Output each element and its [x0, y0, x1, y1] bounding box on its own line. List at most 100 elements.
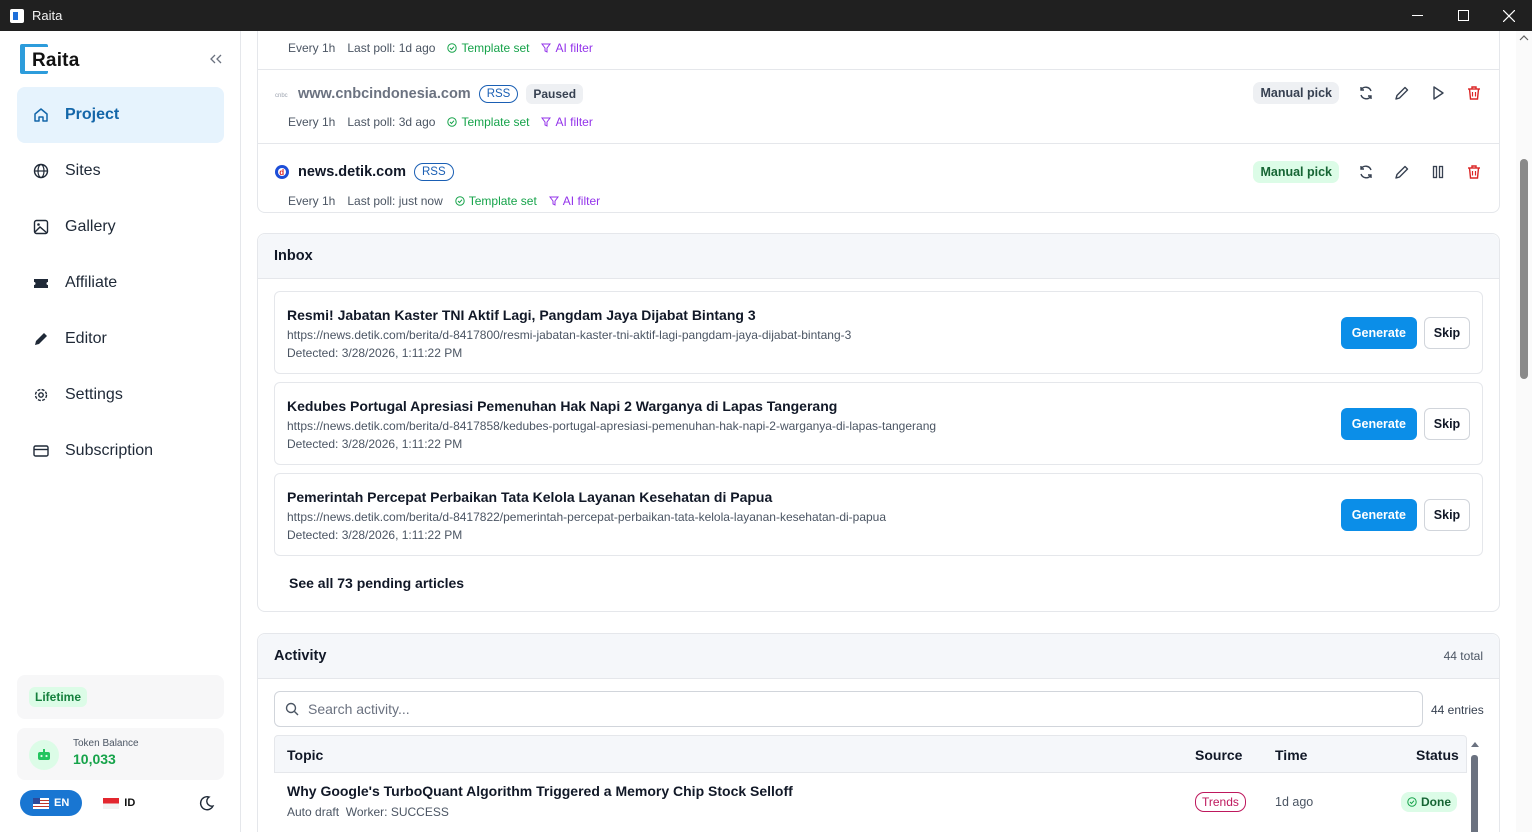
- refresh-icon[interactable]: [1357, 163, 1375, 181]
- site-last-poll: Last poll: 3d ago: [347, 115, 436, 129]
- article-detected: Detected: 3/28/2026, 1:11:22 PM: [287, 528, 463, 542]
- sidebar-item-label: Gallery: [65, 218, 116, 235]
- table-row[interactable]: Why Google's TurboQuant Algorithm Trigge…: [274, 773, 1467, 832]
- article-url[interactable]: https://news.detik.com/berita/d-8417822/…: [287, 510, 886, 524]
- maximize-button[interactable]: [1440, 0, 1486, 31]
- site-name[interactable]: news.detik.com: [298, 164, 406, 180]
- article-detected: Detected: 3/28/2026, 1:11:22 PM: [287, 346, 463, 360]
- svg-text:d: d: [279, 168, 284, 177]
- column-topic[interactable]: Topic: [287, 747, 323, 763]
- site-filter-label: AI filter: [562, 194, 601, 208]
- indonesia-flag-icon: [103, 797, 120, 809]
- column-source[interactable]: Source: [1195, 747, 1242, 763]
- window-titlebar: Raita: [0, 0, 1532, 31]
- sidebar-item-label: Sites: [65, 162, 101, 179]
- skip-button[interactable]: Skip: [1424, 499, 1470, 531]
- close-window-button[interactable]: [1486, 0, 1532, 31]
- activity-scrollbar[interactable]: [1469, 737, 1481, 832]
- activity-scrollbar-thumb[interactable]: [1471, 755, 1478, 832]
- language-id-button[interactable]: ID: [90, 790, 148, 816]
- skip-button[interactable]: Skip: [1424, 408, 1470, 440]
- activity-entries-count: 44 entries: [1431, 703, 1484, 717]
- check-circle-icon: [447, 117, 458, 127]
- sidebar-item-label: Project: [65, 106, 120, 123]
- minimize-button[interactable]: [1394, 0, 1440, 31]
- rss-badge: RSS: [478, 85, 519, 103]
- language-en-button[interactable]: EN: [20, 790, 83, 816]
- activity-card: Activity 44 total 44 entries Topic Sourc…: [257, 633, 1500, 832]
- sidebar-item-settings[interactable]: Settings: [17, 367, 224, 423]
- filter-icon: [548, 196, 559, 206]
- play-icon[interactable]: [1429, 84, 1447, 102]
- inbox-header: Inbox: [258, 234, 1499, 279]
- site-template-status: Template set: [447, 41, 529, 55]
- activity-title: Activity: [274, 648, 327, 664]
- token-balance-card: Token Balance 10,033: [17, 728, 224, 780]
- sites-card: Every 1h Last poll: 1d ago Template set …: [257, 31, 1500, 213]
- article-url[interactable]: https://news.detik.com/berita/d-8417858/…: [287, 419, 936, 433]
- site-interval: Every 1h: [288, 41, 336, 55]
- sidebar-item-affiliate[interactable]: Affiliate: [17, 255, 224, 311]
- inbox-item: Pemerintah Percepat Perbaikan Tata Kelol…: [274, 473, 1483, 556]
- logo-text: Raita: [32, 50, 80, 71]
- window-controls: [1394, 0, 1532, 31]
- article-title: Pemerintah Percepat Perbaikan Tata Kelol…: [287, 489, 773, 505]
- site-template-status: Template set: [447, 115, 529, 129]
- article-url[interactable]: https://news.detik.com/berita/d-8417800/…: [287, 328, 851, 342]
- site-actions: Manual pick: [1253, 82, 1483, 104]
- sidebar-item-sites[interactable]: Sites: [17, 143, 224, 199]
- edit-icon[interactable]: [1393, 163, 1411, 181]
- activity-total: 44 total: [1443, 649, 1483, 663]
- language-label: ID: [124, 797, 136, 809]
- inbox-item: Kedubes Portugal Apresiasi Pemenuhan Hak…: [274, 382, 1483, 465]
- pencil-icon: [33, 331, 49, 347]
- edit-icon[interactable]: [1393, 84, 1411, 102]
- manual-pick-toggle[interactable]: Manual pick: [1253, 161, 1339, 183]
- see-all-pending-link[interactable]: See all 73 pending articles: [289, 575, 464, 591]
- site-filter-label: AI filter: [555, 41, 593, 55]
- rss-badge: RSS: [413, 163, 454, 181]
- logo[interactable]: Raita: [20, 44, 79, 74]
- sidebar-item-project[interactable]: Project: [17, 87, 224, 143]
- plan-badge: Lifetime: [29, 687, 88, 707]
- sidebar-item-subscription[interactable]: Subscription: [17, 423, 224, 479]
- refresh-icon[interactable]: [1357, 84, 1375, 102]
- site-favicon-icon: d: [274, 164, 290, 180]
- svg-text:cnbc: cnbc: [275, 93, 288, 99]
- page-scrollbar[interactable]: [1516, 31, 1532, 832]
- activity-search-input[interactable]: [308, 701, 1308, 717]
- app-icon: [10, 8, 24, 23]
- site-name[interactable]: www.cnbcindonesia.com: [298, 86, 471, 102]
- collapse-sidebar-button[interactable]: [206, 51, 226, 67]
- trash-icon[interactable]: [1465, 84, 1483, 102]
- main-content: Every 1h Last poll: 1d ago Template set …: [241, 31, 1516, 832]
- activity-subline: Auto draft Worker: SUCCESS: [287, 805, 449, 819]
- generate-button[interactable]: Generate: [1340, 317, 1417, 349]
- window-title: Raita: [32, 8, 63, 23]
- skip-button[interactable]: Skip: [1424, 317, 1470, 349]
- ticket-icon: [33, 275, 49, 291]
- maximize-icon: [1457, 10, 1469, 21]
- generate-button[interactable]: Generate: [1340, 499, 1417, 531]
- site-filter-status: AI filter: [541, 41, 593, 55]
- generate-button[interactable]: Generate: [1340, 408, 1417, 440]
- site-favicon-icon: cnbc: [274, 86, 290, 102]
- site-template-label: Template set: [461, 115, 530, 129]
- language-label: EN: [54, 797, 70, 809]
- theme-toggle-button[interactable]: [199, 795, 217, 813]
- scroll-up-icon: [1471, 742, 1479, 747]
- column-status[interactable]: Status: [1416, 747, 1459, 763]
- manual-pick-toggle[interactable]: Manual pick: [1253, 82, 1339, 104]
- trash-icon[interactable]: [1465, 163, 1483, 181]
- sidebar-item-gallery[interactable]: Gallery: [17, 199, 224, 255]
- language-switcher: EN ID: [20, 790, 148, 816]
- pause-icon[interactable]: [1429, 163, 1447, 181]
- article-detected: Detected: 3/28/2026, 1:11:22 PM: [287, 437, 463, 451]
- column-time[interactable]: Time: [1275, 747, 1307, 763]
- site-actions: Manual pick: [1253, 161, 1483, 183]
- activity-worker: Worker: SUCCESS: [345, 805, 449, 819]
- sidebar-item-editor[interactable]: Editor: [17, 311, 224, 367]
- minimize-icon: [1411, 15, 1423, 16]
- activity-search: [274, 691, 1423, 727]
- page-scrollbar-thumb[interactable]: [1520, 159, 1528, 379]
